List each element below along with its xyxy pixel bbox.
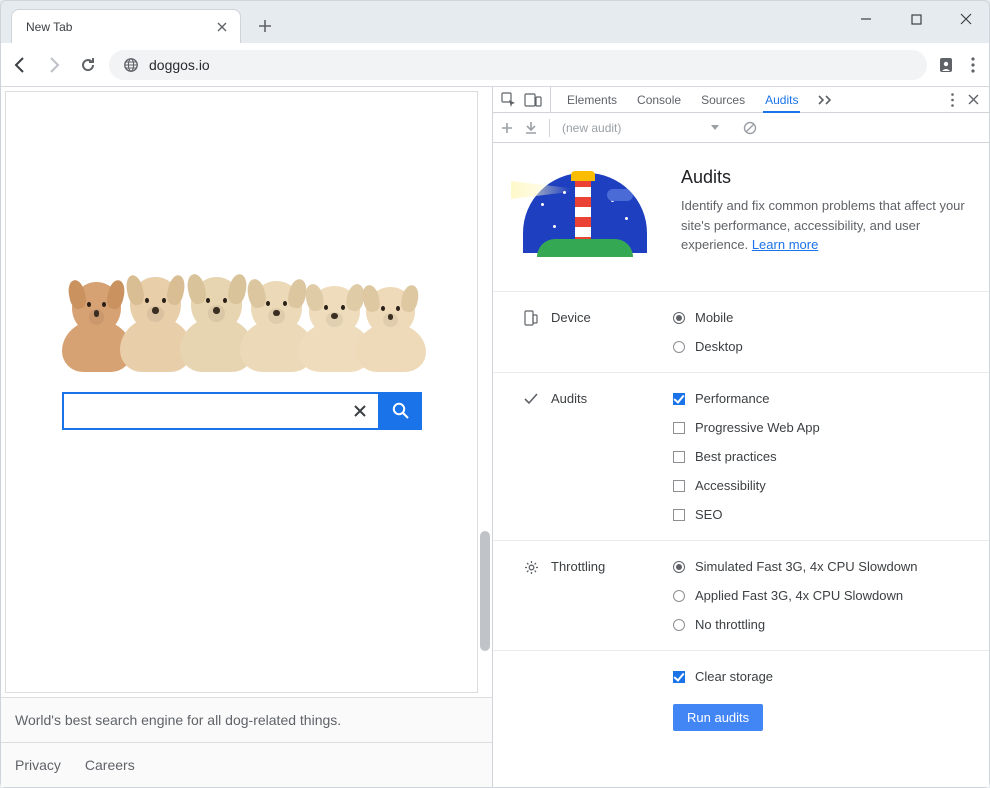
radio-icon (673, 341, 685, 353)
audit-dropdown-label: (new audit) (562, 121, 621, 135)
audit-option-accessibility[interactable]: Accessibility (673, 478, 820, 493)
device-label: Device (551, 310, 591, 325)
audit-option-performance[interactable]: Performance (673, 391, 820, 406)
lighthouse-illustration (517, 167, 653, 267)
page-footer: World's best search engine for all dog-r… (1, 697, 492, 787)
page-content (5, 91, 478, 693)
back-button[interactable] (9, 54, 31, 76)
window-minimize-button[interactable] (851, 7, 881, 31)
page-scrollbar[interactable] (480, 91, 490, 693)
download-audit-icon[interactable] (525, 121, 537, 135)
audit-option-seo[interactable]: SEO (673, 507, 820, 522)
clear-storage-option[interactable]: Clear storage (673, 669, 773, 684)
browser-tab[interactable]: New Tab (11, 9, 241, 43)
devtools-tab-sources[interactable]: Sources (691, 87, 755, 112)
tab-title: New Tab (26, 20, 214, 34)
search-field-wrapper (62, 392, 380, 430)
checkbox-icon (673, 422, 685, 434)
gear-icon (523, 559, 539, 575)
checkbox-icon (673, 451, 685, 463)
devtools-tabs-overflow-icon[interactable] (808, 87, 842, 112)
devtools-tab-audits[interactable]: Audits (755, 87, 808, 112)
hero-image-puppies (62, 222, 422, 372)
checkmark-icon (523, 391, 539, 407)
address-bar[interactable]: doggos.io (109, 50, 927, 80)
footer-link-careers[interactable]: Careers (85, 757, 135, 773)
device-option-desktop[interactable]: Desktop (673, 339, 743, 354)
search-button[interactable] (380, 392, 422, 430)
devtools-panel: Elements Console Sources Audits (new aud… (493, 87, 989, 787)
browser-toolbar: doggos.io (1, 43, 989, 87)
devtools-tab-console[interactable]: Console (627, 87, 691, 112)
devtools-menu-icon[interactable] (951, 93, 954, 107)
new-tab-button[interactable] (251, 12, 279, 40)
inspect-element-icon[interactable] (501, 92, 516, 107)
forward-button[interactable] (43, 54, 65, 76)
checkbox-icon (673, 480, 685, 492)
footer-link-privacy[interactable]: Privacy (15, 757, 61, 773)
checkbox-icon (673, 671, 685, 683)
new-audit-icon[interactable] (501, 122, 513, 134)
window-maximize-button[interactable] (901, 7, 931, 31)
device-toolbar-icon[interactable] (524, 93, 542, 107)
devtools-tab-elements[interactable]: Elements (557, 87, 627, 112)
devtools-close-icon[interactable] (968, 94, 979, 105)
radio-icon (673, 619, 685, 631)
radio-icon (673, 561, 685, 573)
throttling-option-applied[interactable]: Applied Fast 3G, 4x CPU Slowdown (673, 588, 918, 603)
audits-title: Audits (681, 167, 965, 188)
search-icon (391, 401, 411, 421)
radio-icon (673, 590, 685, 602)
search-input[interactable] (72, 403, 350, 419)
radio-icon (673, 312, 685, 324)
tabstrip: New Tab (1, 1, 989, 43)
checkbox-icon (673, 509, 685, 521)
tab-close-icon[interactable] (214, 19, 230, 35)
window-close-button[interactable] (951, 7, 981, 31)
throttling-label: Throttling (551, 559, 605, 574)
site-info-icon[interactable] (123, 57, 139, 73)
audit-report-dropdown[interactable]: (new audit) (562, 121, 719, 135)
learn-more-link[interactable]: Learn more (752, 237, 818, 252)
chrome-menu-icon[interactable] (971, 57, 975, 73)
audit-option-best-practices[interactable]: Best practices (673, 449, 820, 464)
audit-option-pwa[interactable]: Progressive Web App (673, 420, 820, 435)
throttling-option-simulated[interactable]: Simulated Fast 3G, 4x CPU Slowdown (673, 559, 918, 574)
checkbox-icon (673, 393, 685, 405)
clear-audit-icon[interactable] (743, 121, 757, 135)
device-icon (523, 310, 539, 326)
dropdown-icon (711, 125, 719, 130)
audits-section-label: Audits (551, 391, 587, 406)
throttling-option-none[interactable]: No throttling (673, 617, 918, 632)
footer-tagline: World's best search engine for all dog-r… (1, 698, 492, 743)
reload-button[interactable] (77, 54, 99, 76)
page-viewport: World's best search engine for all dog-r… (1, 87, 493, 787)
device-option-mobile[interactable]: Mobile (673, 310, 743, 325)
account-icon[interactable] (937, 56, 955, 74)
audits-description: Identify and fix common problems that af… (681, 196, 965, 255)
url-text: doggos.io (149, 57, 913, 73)
run-audits-button[interactable]: Run audits (673, 704, 763, 731)
clear-icon[interactable] (350, 401, 370, 421)
window-controls (851, 7, 981, 31)
